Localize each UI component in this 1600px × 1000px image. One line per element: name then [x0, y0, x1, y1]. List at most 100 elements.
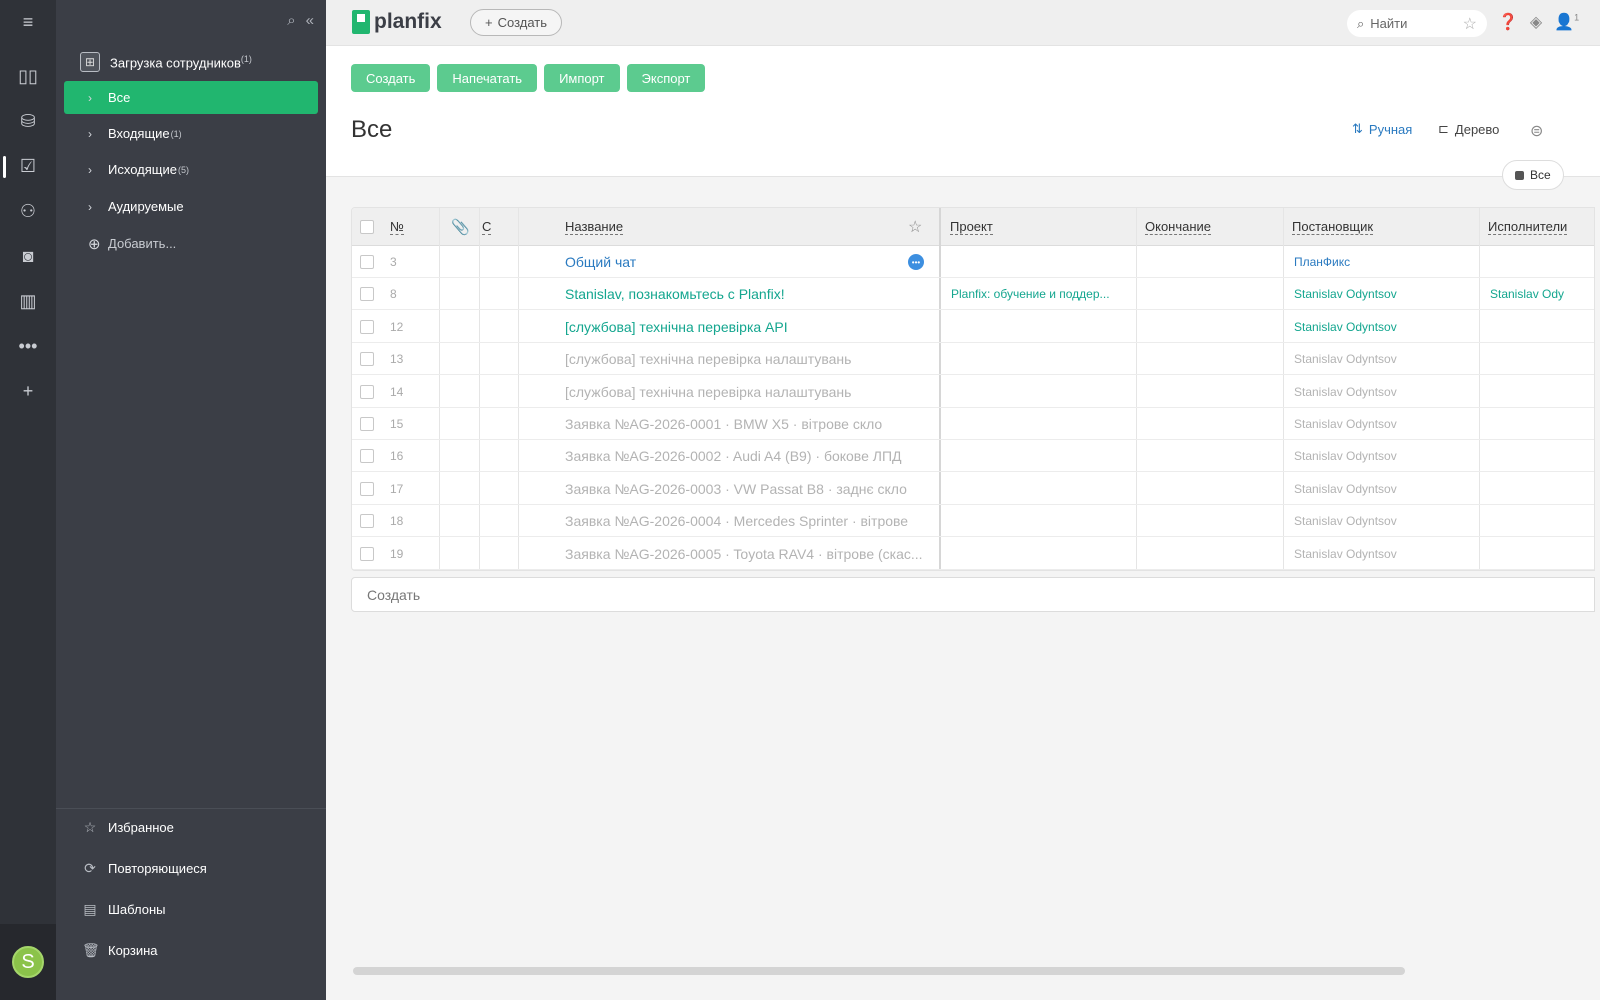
task-name-link[interactable]: [службова] технічна перевірка API: [565, 311, 925, 343]
project-link[interactable]: [951, 538, 1131, 570]
assigner-link[interactable]: Stanislav Odyntsov: [1294, 376, 1474, 408]
task-name-link[interactable]: Stanislav, познакомьтесь с Planfix!: [565, 278, 925, 310]
sidebar-item-all[interactable]: › Все: [64, 81, 318, 114]
row-checkbox[interactable]: [360, 473, 374, 505]
star-icon[interactable]: ☆: [1463, 14, 1477, 34]
project-link[interactable]: Planfix: обучение и поддер...: [951, 278, 1131, 310]
import-button[interactable]: Импорт: [544, 64, 620, 92]
table-row[interactable]: 16 Заявка №AG-2026-0002 · Audi A4 (B9) · …: [352, 440, 1594, 473]
assigner-link[interactable]: Stanislav Odyntsov: [1294, 473, 1474, 505]
logo[interactable]: planfix: [352, 10, 442, 34]
project-link[interactable]: [951, 376, 1131, 408]
task-name-link[interactable]: Заявка №AG-2026-0005 · Toyota RAV4 · віт…: [565, 538, 925, 570]
project-link[interactable]: [951, 343, 1131, 375]
top-create-button[interactable]: + Создать: [470, 9, 562, 36]
row-checkbox[interactable]: [360, 440, 374, 472]
assigner-link[interactable]: Stanislav Odyntsov: [1294, 343, 1474, 375]
header-assigner[interactable]: Постановщик: [1292, 208, 1374, 246]
employees-icon[interactable]: ◙: [0, 236, 56, 276]
project-link[interactable]: [951, 311, 1131, 343]
create-button[interactable]: Создать: [351, 64, 431, 92]
sidebar-recurring[interactable]: ⟳ Повторяющиеся: [82, 860, 207, 877]
assigner-link[interactable]: Stanislav Odyntsov: [1294, 505, 1474, 537]
row-checkbox[interactable]: [360, 505, 374, 537]
header-c[interactable]: С: [482, 208, 492, 246]
project-link[interactable]: [951, 473, 1131, 505]
project-link[interactable]: [951, 440, 1131, 472]
table-row[interactable]: 13 [службова] технічна перевірка налаштув…: [352, 343, 1594, 376]
executor-link[interactable]: Stanislav Ody: [1490, 278, 1594, 310]
export-button[interactable]: Экспорт: [626, 64, 706, 92]
task-name-link[interactable]: [службова] технічна перевірка налаштуван…: [565, 376, 925, 408]
project-link[interactable]: [951, 246, 1131, 278]
sidebar-favorites[interactable]: ☆ Избранное: [82, 819, 174, 836]
assigner-link[interactable]: Stanislav Odyntsov: [1294, 408, 1474, 440]
executor-link[interactable]: [1490, 538, 1594, 570]
avatar[interactable]: S: [12, 946, 44, 978]
table-row[interactable]: 18 Заявка №AG-2026-0004 · Mercedes Sprint…: [352, 505, 1594, 538]
contacts-icon[interactable]: ⚇: [0, 191, 56, 231]
assigner-link[interactable]: Stanislav Odyntsov: [1294, 278, 1474, 310]
table-row[interactable]: 17 Заявка №AG-2026-0003 · VW Passat B8 · …: [352, 473, 1594, 505]
menu-icon[interactable]: ≡: [0, 2, 56, 42]
table-row[interactable]: 12 [службова] технічна перевірка API Stani…: [352, 311, 1594, 343]
filter-pill[interactable]: Все: [1502, 160, 1564, 190]
executor-link[interactable]: [1490, 311, 1594, 343]
star-icon[interactable]: ☆: [908, 208, 922, 246]
inline-create-input[interactable]: Создать: [351, 577, 1595, 612]
sidebar-item-outgoing[interactable]: › Исходящие (5): [64, 153, 318, 186]
table-row[interactable]: 15 Заявка №AG-2026-0001 · BMW X5 · вітров…: [352, 408, 1594, 440]
assigner-link[interactable]: ПланФикс: [1294, 246, 1474, 278]
sidebar-templates[interactable]: ▤ Шаблоны: [82, 901, 165, 918]
print-button[interactable]: Напечатать: [437, 64, 538, 92]
row-checkbox[interactable]: [360, 408, 374, 440]
profile-icon[interactable]: 👤1: [1554, 12, 1579, 32]
sort-manual-button[interactable]: ⇅ Ручная: [1352, 121, 1412, 137]
header-executor[interactable]: Исполнители: [1488, 208, 1568, 246]
table-row[interactable]: 3 Общий чат ПланФикс •••: [352, 246, 1594, 278]
collapse-icon[interactable]: «: [306, 12, 314, 29]
task-name-link[interactable]: Заявка №AG-2026-0001 · BMW X5 · вітрове …: [565, 408, 925, 440]
task-name-link[interactable]: Заявка №AG-2026-0002 · Audi A4 (B9) · бо…: [565, 440, 925, 472]
row-checkbox[interactable]: [360, 343, 374, 375]
sidebar-trash[interactable]: 🗑 Корзина: [82, 942, 158, 959]
header-deadline[interactable]: Окончание: [1145, 208, 1212, 246]
reports-icon[interactable]: ▥: [0, 281, 56, 321]
sidebar-root[interactable]: ⊞ Загрузка сотрудников(1): [80, 52, 252, 72]
task-name-link[interactable]: Заявка №AG-2026-0004 · Mercedes Sprinter…: [565, 505, 925, 537]
chat-bubble-icon[interactable]: •••: [908, 254, 924, 270]
executor-link[interactable]: [1490, 440, 1594, 472]
select-all-checkbox[interactable]: [360, 208, 374, 246]
project-link[interactable]: [951, 408, 1131, 440]
table-row[interactable]: 14 [службова] технічна перевірка налаштув…: [352, 376, 1594, 408]
attachment-icon[interactable]: 📎: [451, 208, 470, 246]
row-checkbox[interactable]: [360, 538, 374, 570]
task-name-link[interactable]: [службова] технічна перевірка налаштуван…: [565, 343, 925, 375]
table-row[interactable]: 8 Stanislav, познакомьтесь с Planfix! Plan…: [352, 278, 1594, 311]
dashboard-icon[interactable]: ▯▯: [0, 56, 56, 96]
layers-icon[interactable]: ◈: [1530, 12, 1542, 32]
inbox-icon[interactable]: ⛁: [0, 101, 56, 141]
tree-view-button[interactable]: ⊏ Дерево: [1438, 121, 1499, 137]
assigner-link[interactable]: Stanislav Odyntsov: [1294, 311, 1474, 343]
assigner-link[interactable]: Stanislav Odyntsov: [1294, 538, 1474, 570]
executor-link[interactable]: [1490, 343, 1594, 375]
search-icon[interactable]: ⌕: [287, 12, 295, 29]
executor-link[interactable]: [1490, 376, 1594, 408]
sidebar-item-incoming[interactable]: › Входящие (1): [64, 117, 318, 150]
executor-link[interactable]: [1490, 246, 1594, 278]
executor-link[interactable]: [1490, 408, 1594, 440]
tasks-icon[interactable]: ☑: [0, 146, 56, 186]
row-checkbox[interactable]: [360, 311, 374, 343]
header-project[interactable]: Проект: [950, 208, 993, 246]
search-input[interactable]: ⌕ Найти ☆: [1347, 10, 1487, 37]
horizontal-scrollbar[interactable]: [353, 967, 1405, 975]
header-num[interactable]: №: [390, 208, 404, 246]
sidebar-add-button[interactable]: ⊕ Добавить...: [64, 227, 318, 260]
table-row[interactable]: 19 Заявка №AG-2026-0005 · Toyota RAV4 · в…: [352, 538, 1594, 570]
add-icon[interactable]: +: [0, 371, 56, 411]
row-checkbox[interactable]: [360, 376, 374, 408]
project-link[interactable]: [951, 505, 1131, 537]
task-name-link[interactable]: Общий чат: [565, 246, 925, 278]
help-icon[interactable]: ❓: [1498, 12, 1518, 32]
